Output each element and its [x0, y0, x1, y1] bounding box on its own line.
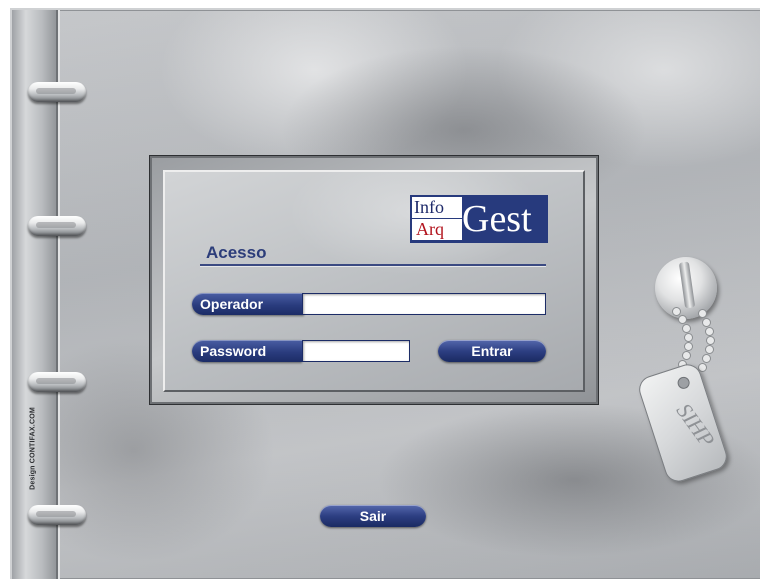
key-tag-body: SIHP [635, 360, 731, 486]
logo-info-text: Info [412, 197, 462, 218]
password-input[interactable] [302, 340, 410, 362]
infoarqgest-logo: Info Arq Gest [410, 195, 548, 243]
binder-ring-icon [28, 505, 86, 525]
operador-label: Operador [192, 293, 304, 315]
key-tag-text: SIHP [671, 398, 720, 452]
binder-ring-icon [28, 372, 86, 392]
logo-arq-text: Arq [412, 219, 462, 240]
design-credit-text: Design CONTIFAX.COM [29, 407, 37, 490]
heading-divider [200, 264, 546, 266]
key-tag-hole [676, 375, 692, 391]
operador-input[interactable] [302, 293, 546, 315]
password-label: Password [192, 340, 302, 362]
login-heading: Acesso [206, 243, 267, 262]
key-tag-icon: SIHP [635, 360, 731, 486]
entrar-button[interactable]: Entrar [438, 340, 546, 362]
logo-gest-text: Gest [462, 198, 532, 240]
binder-ring-icon [28, 82, 86, 102]
binder-ring-icon [28, 216, 86, 236]
design-credit: Design CONTIFAX.COM [26, 402, 40, 502]
sair-button[interactable]: Sair [320, 505, 426, 527]
